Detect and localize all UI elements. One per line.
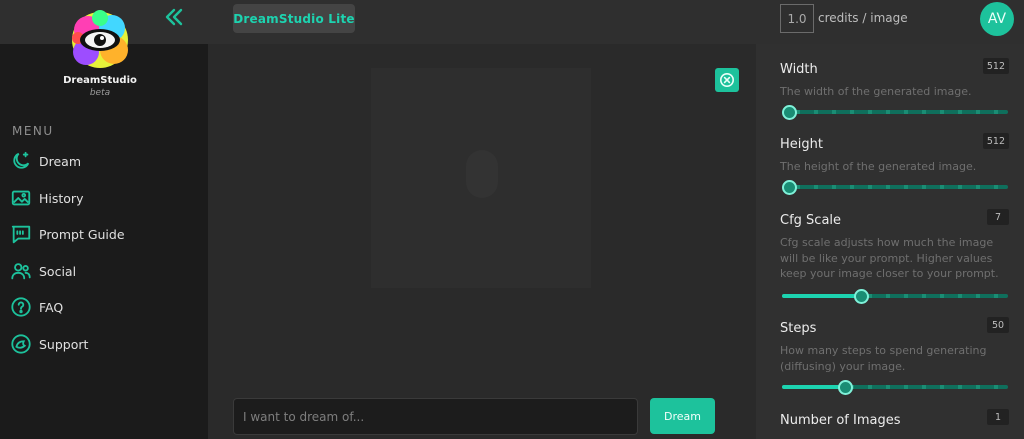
- quote-bubble-icon: [11, 225, 31, 244]
- setting-value: 7: [987, 209, 1009, 225]
- setting-title: Width: [780, 62, 818, 77]
- setting-description: Cfg scale adjusts how much the image wil…: [780, 236, 999, 280]
- height-slider[interactable]: [782, 180, 1008, 195]
- sidebar-item-social[interactable]: Social: [10, 259, 200, 283]
- sidebar-item-label: History: [39, 190, 84, 206]
- avatar[interactable]: AV: [980, 2, 1014, 36]
- slider-knob[interactable]: [782, 180, 797, 195]
- credits-value: 1.0: [780, 4, 814, 33]
- generation-canvas: Dream: [208, 44, 756, 439]
- setting-description: The height of the generated image.: [780, 160, 977, 173]
- credits-label: credits / image: [818, 11, 908, 25]
- placeholder-shape: [466, 150, 498, 198]
- app-window: DreamStudio beta MENU Dream History Prom…: [0, 0, 1024, 439]
- steps-slider[interactable]: [782, 380, 1008, 395]
- clear-button[interactable]: [715, 68, 739, 92]
- slider-knob[interactable]: [838, 380, 854, 395]
- setting-number-of-images: Number of Images 1: [780, 409, 1009, 428]
- sidebar-item-label: Dream: [39, 153, 82, 169]
- support-icon: [11, 334, 31, 354]
- setting-value: 512: [982, 133, 1009, 149]
- sidebar-item-label: FAQ: [39, 299, 64, 315]
- collapse-sidebar-icon[interactable]: [162, 6, 186, 28]
- people-icon: [11, 263, 31, 280]
- dreamstudio-logo-icon: [72, 10, 128, 68]
- image-placeholder: [371, 68, 591, 288]
- sidebar-item-label: Prompt Guide: [39, 226, 125, 242]
- settings-panel: Width 512 The width of the generated ima…: [756, 44, 1024, 439]
- setting-cfg-scale: Cfg Scale 7 Cfg scale adjusts how much t…: [780, 209, 1009, 304]
- slider-fill: [782, 385, 846, 389]
- setting-value: 50: [987, 317, 1009, 333]
- setting-description: The width of the generated image.: [780, 85, 972, 98]
- setting-title: Cfg Scale: [780, 213, 842, 228]
- product-switch-button[interactable]: DreamStudio Lite: [233, 4, 355, 33]
- brand-name: DreamStudio: [63, 75, 137, 86]
- slider-rail: [782, 185, 1008, 189]
- image-gallery-icon: [11, 190, 31, 206]
- question-circle-icon: [11, 297, 31, 317]
- slider-rail: [782, 110, 1008, 114]
- setting-width: Width 512 The width of the generated ima…: [780, 58, 1009, 120]
- width-slider[interactable]: [782, 105, 1008, 120]
- setting-title: Height: [780, 137, 823, 152]
- sidebar-item-label: Social: [39, 263, 77, 279]
- menu-title: MENU: [12, 124, 54, 138]
- dream-button[interactable]: Dream: [650, 398, 715, 434]
- setting-description: How many steps to spend generating (diff…: [780, 344, 987, 373]
- sidebar-item-support[interactable]: Support: [10, 332, 200, 356]
- setting-value: 1: [987, 409, 1009, 425]
- prompt-input[interactable]: [233, 398, 638, 435]
- sidebar: DreamStudio beta MENU Dream History Prom…: [0, 0, 208, 439]
- setting-value: 512: [982, 58, 1009, 74]
- sidebar-item-label: Support: [39, 336, 89, 352]
- slider-fill: [782, 294, 862, 298]
- slider-knob[interactable]: [782, 105, 797, 120]
- sidebar-item-history[interactable]: History: [10, 186, 200, 210]
- sidebar-item-prompt-guide[interactable]: Prompt Guide: [10, 222, 200, 246]
- slider-knob[interactable]: [854, 289, 870, 304]
- moon-sparkle-icon: [13, 151, 30, 169]
- setting-height: Height 512 The height of the generated i…: [780, 133, 1009, 195]
- close-circle-icon: [720, 73, 734, 87]
- sidebar-item-dream[interactable]: Dream: [10, 149, 200, 173]
- setting-steps: Steps 50 How many steps to spend generat…: [780, 317, 1009, 395]
- setting-title: Number of Images: [780, 413, 901, 428]
- sidebar-item-faq[interactable]: FAQ: [10, 295, 200, 319]
- brand-subtitle: beta: [89, 88, 111, 98]
- cfg-scale-slider[interactable]: [782, 289, 1008, 304]
- setting-title: Steps: [780, 321, 817, 336]
